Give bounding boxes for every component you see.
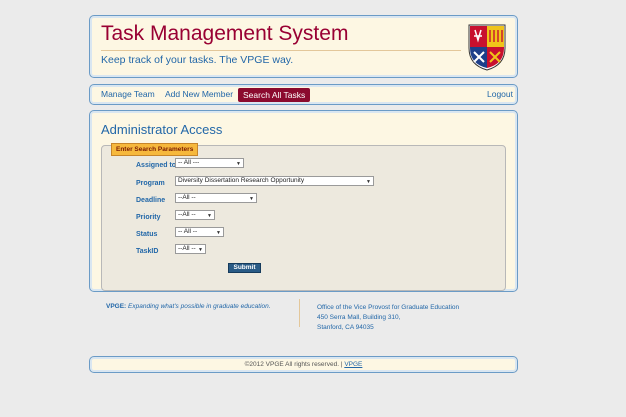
footer-panel: ©2012 VPGE All rights reserved. | VPGE — [89, 356, 518, 373]
info-divider — [299, 299, 300, 327]
vpge-slogan: VPGE: Expanding what's possible in gradu… — [106, 303, 271, 310]
vpge-info-area: VPGE: Expanding what's possible in gradu… — [89, 110, 518, 350]
vpge-address-line2: Stanford, CA 94035 — [317, 324, 374, 331]
vpge-name: VPGE: — [106, 303, 127, 310]
header-panel: Task Management System Keep track of you… — [89, 15, 518, 78]
vpge-address-line1: 450 Serra Mall, Building 310, — [317, 314, 401, 321]
nav-add-member[interactable]: Add New Member — [165, 89, 233, 99]
title-divider — [101, 50, 461, 51]
copyright-text: ©2012 VPGE All rights reserved. | — [244, 361, 343, 368]
stanford-crest-icon — [468, 24, 506, 71]
app-tagline: Keep track of your tasks. The VPGE way. — [101, 54, 294, 66]
vpge-address: Office of the Vice Provost for Graduate … — [317, 303, 459, 333]
vpge-footer-link[interactable]: VPGE — [344, 361, 362, 368]
app-title: Task Management System — [101, 22, 349, 45]
vpge-office: Office of the Vice Provost for Graduate … — [317, 304, 460, 311]
vpge-slogan-text: Expanding what's possible in graduate ed… — [128, 303, 271, 310]
copyright: ©2012 VPGE All rights reserved. | VPGE — [90, 361, 517, 368]
nav-bar: Manage Team Add New Member Search All Ta… — [89, 84, 518, 105]
nav-search-all-tasks[interactable]: Search All Tasks — [238, 88, 311, 102]
logout-link[interactable]: Logout — [487, 89, 513, 99]
nav-manage-team[interactable]: Manage Team — [101, 89, 155, 99]
